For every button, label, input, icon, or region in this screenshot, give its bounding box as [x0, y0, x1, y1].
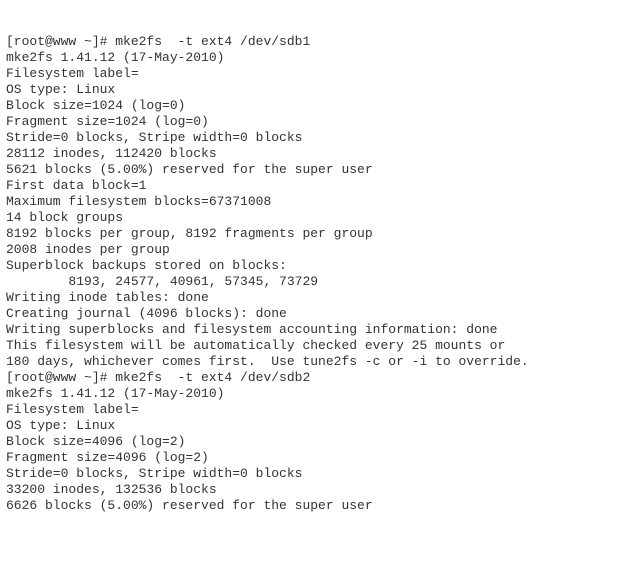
terminal-line: Writing inode tables: done: [6, 290, 636, 306]
terminal-line: 180 days, whichever comes first. Use tun…: [6, 354, 636, 370]
terminal-line: Block size=4096 (log=2): [6, 434, 636, 450]
terminal-line: Stride=0 blocks, Stripe width=0 blocks: [6, 466, 636, 482]
terminal-line: 8192 blocks per group, 8192 fragments pe…: [6, 226, 636, 242]
terminal-line: Fragment size=1024 (log=0): [6, 114, 636, 130]
terminal-line: Block size=1024 (log=0): [6, 98, 636, 114]
terminal-line: mke2fs 1.41.12 (17-May-2010): [6, 50, 636, 66]
terminal-output: [root@www ~]# mke2fs -t ext4 /dev/sdb1mk…: [6, 34, 636, 514]
terminal-line: OS type: Linux: [6, 418, 636, 434]
terminal-line: Fragment size=4096 (log=2): [6, 450, 636, 466]
terminal-line: 2008 inodes per group: [6, 242, 636, 258]
terminal-line: Superblock backups stored on blocks:: [6, 258, 636, 274]
terminal-line: [root@www ~]# mke2fs -t ext4 /dev/sdb1: [6, 34, 636, 50]
terminal-line: 5621 blocks (5.00%) reserved for the sup…: [6, 162, 636, 178]
terminal-line: Filesystem label=: [6, 402, 636, 418]
terminal-line: Stride=0 blocks, Stripe width=0 blocks: [6, 130, 636, 146]
terminal-line: Writing superblocks and filesystem accou…: [6, 322, 636, 338]
terminal-line: 8193, 24577, 40961, 57345, 73729: [6, 274, 636, 290]
terminal-line: 14 block groups: [6, 210, 636, 226]
terminal-line: 28112 inodes, 112420 blocks: [6, 146, 636, 162]
terminal-line: First data block=1: [6, 178, 636, 194]
terminal-line: mke2fs 1.41.12 (17-May-2010): [6, 386, 636, 402]
terminal-line: 33200 inodes, 132536 blocks: [6, 482, 636, 498]
terminal-line: Filesystem label=: [6, 66, 636, 82]
terminal-line: This filesystem will be automatically ch…: [6, 338, 636, 354]
terminal-line: 6626 blocks (5.00%) reserved for the sup…: [6, 498, 636, 514]
terminal-line: Maximum filesystem blocks=67371008: [6, 194, 636, 210]
terminal-line: Creating journal (4096 blocks): done: [6, 306, 636, 322]
terminal-line: OS type: Linux: [6, 82, 636, 98]
terminal-line: [root@www ~]# mke2fs -t ext4 /dev/sdb2: [6, 370, 636, 386]
